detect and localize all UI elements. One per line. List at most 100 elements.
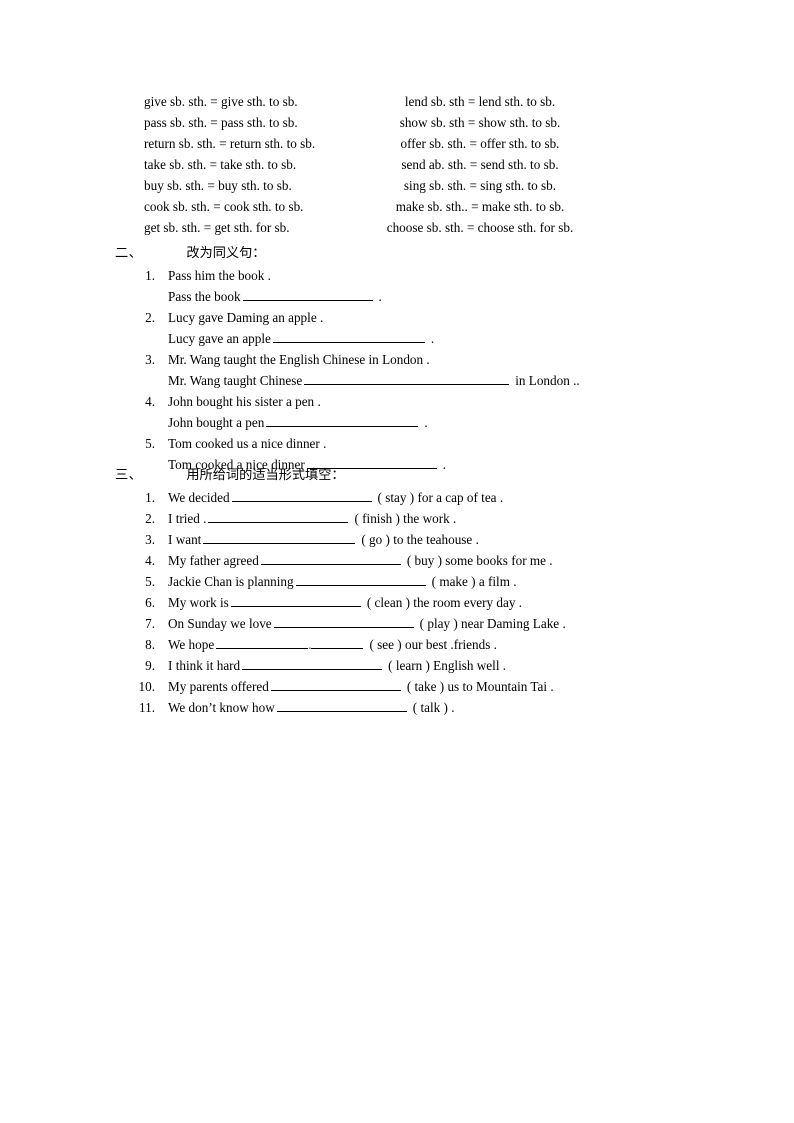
question-prompt-line: 3. Mr. Wang taught the English Chinese i… (0, 349, 794, 370)
pattern-left: buy sb. sth. = buy sth. to sb. (144, 178, 292, 193)
question-number: 11. (139, 700, 155, 715)
table-row: take sb. sth. = take sth. to sb. send ab… (0, 154, 794, 175)
section-three-title: 用所给词的适当形式填空： (186, 468, 345, 483)
table-row: buy sb. sth. = buy sth. to sb. sing sb. … (0, 175, 794, 196)
answer-suffix: . (430, 331, 435, 346)
clause-before-blank: My parents offered (168, 679, 269, 694)
question-number: 2. (145, 310, 155, 325)
clause-before-blank: We don’t know how (168, 700, 275, 715)
question-number: 3. (145, 352, 155, 367)
answer-suffix: . (378, 289, 382, 304)
clause-before-blank: My father agreed (168, 553, 259, 568)
clause-after-blank: ( take ) us to Mountain Tai . (406, 679, 554, 694)
pattern-left: take sb. sth. = take sth. to sb. (144, 157, 297, 172)
section-three-question-list: 1. We decided ( stay ) for a cap of tea .… (0, 487, 794, 718)
clause-before-blank: My work is (168, 595, 229, 610)
pattern-right: send ab. sth. = send sth. to sb. (401, 157, 559, 172)
clause-after-blank: ( make ) a film . (431, 574, 517, 589)
table-row: pass sb. sth. = pass sth. to sb. show sb… (0, 112, 794, 133)
pattern-right: sing sb. sth. = sing sth. to sb. (403, 178, 557, 193)
answer-blank[interactable] (242, 657, 383, 670)
answer-blank[interactable] (203, 531, 356, 544)
clause-before-blank: We hope (168, 637, 215, 652)
answer-blank[interactable] (270, 678, 401, 691)
answer-blank-continued[interactable] (311, 636, 364, 649)
answer-blank[interactable] (230, 594, 361, 607)
section-three: 三、 用所给词的适当形式填空： 1. We decided ( stay ) fo… (0, 465, 794, 718)
question-number: 7. (145, 616, 155, 631)
clause-before-blank: I want (168, 532, 202, 547)
list-item: 6. My work is ( clean ) the room every da… (0, 592, 794, 613)
answer-suffix: in London .. (515, 373, 580, 388)
list-item: 11. We don’t know how ( talk ) . (0, 697, 794, 718)
equivalence-pattern-table: give sb. sth. = give sth. to sb. lend sb… (0, 91, 794, 238)
clause-before-blank: I think it hard (168, 658, 241, 673)
list-item: 4. My father agreed ( buy ) some books fo… (0, 550, 794, 571)
question-number: 5. (145, 574, 155, 589)
list-item: 9. I think it hard ( learn ) English well… (0, 655, 794, 676)
answer-suffix: . (424, 415, 428, 430)
section-two-heading: 二、 改为同义句： (0, 243, 794, 265)
answer-prefix: Mr. Wang taught Chinese (168, 373, 303, 388)
pattern-right: lend sb. sth = lend sth. to sb. (404, 94, 556, 109)
question-number: 3. (145, 532, 155, 547)
clause-before-blank: We decided (168, 490, 230, 505)
pattern-right: show sb. sth = show sth. to sb. (399, 115, 561, 130)
pattern-right: make sb. sth.. = make sth. to sb. (395, 199, 565, 214)
clause-after-blank: ( learn ) English well . (388, 658, 507, 673)
answer-prefix: John bought a pen (168, 415, 265, 430)
list-item: 4. John bought his sister a pen . John b… (0, 391, 794, 433)
question-number: 2. (145, 511, 155, 526)
question-prompt: Pass him the book . (168, 268, 271, 283)
answer-blank[interactable] (260, 552, 401, 565)
answer-blank[interactable] (231, 489, 372, 502)
answer-blank[interactable] (273, 615, 414, 628)
table-row: get sb. sth. = get sth. for sb. choose s… (0, 217, 794, 238)
question-number: 8. (145, 637, 155, 652)
section-two-question-list: 1. Pass him the book . Pass the book. 2.… (0, 265, 794, 475)
answer-blank[interactable] (216, 636, 309, 649)
question-number: 6. (145, 595, 155, 610)
question-number: 1. (145, 490, 155, 505)
list-item: 1. We decided ( stay ) for a cap of tea . (0, 487, 794, 508)
clause-after-blank: ( finish ) the work . (354, 511, 457, 526)
answer-line: Pass the book. (0, 286, 794, 307)
clause-before-blank: I tried . (168, 511, 207, 526)
list-item: 8. We hope.( see ) our best .friends . (0, 634, 794, 655)
answer-blank[interactable] (266, 414, 419, 427)
section-two-marker: 二、 (115, 246, 143, 261)
question-number: 4. (145, 553, 155, 568)
answer-blank[interactable] (272, 330, 425, 343)
answer-prefix: Lucy gave an apple (168, 331, 271, 346)
list-item: 3. I want ( go ) to the teahouse . (0, 529, 794, 550)
section-three-heading: 三、 用所给词的适当形式填空： (0, 465, 794, 487)
question-prompt-line: 2. Lucy gave Daming an apple . (0, 307, 794, 328)
table-row: cook sb. sth. = cook sth. to sb. make sb… (0, 196, 794, 217)
clause-after-blank: ( talk ) . (412, 700, 455, 715)
section-three-marker: 三、 (115, 468, 143, 483)
question-prompt: Tom cooked us a nice dinner . (168, 436, 327, 451)
pattern-left: cook sb. sth. = cook sth. to sb. (144, 199, 304, 214)
question-prompt-line: 1. Pass him the book . (0, 265, 794, 286)
pattern-left: give sb. sth. = give sth. to sb. (144, 94, 298, 109)
list-item: 3. Mr. Wang taught the English Chinese i… (0, 349, 794, 391)
pattern-right: offer sb. sth. = offer sth. to sb. (400, 136, 560, 151)
pattern-right: choose sb. sth. = choose sth. for sb. (386, 220, 574, 235)
answer-blank[interactable] (304, 372, 510, 385)
question-prompt-line: 4. John bought his sister a pen . (0, 391, 794, 412)
answer-blank[interactable] (295, 573, 426, 586)
clause-before-blank: On Sunday we love (168, 616, 272, 631)
question-prompt: John bought his sister a pen . (168, 394, 321, 409)
clause-after-blank: ( buy ) some books for me . (406, 553, 553, 568)
answer-line: Mr. Wang taught Chinese in London .. (0, 370, 794, 391)
section-two: 二、 改为同义句： 1. Pass him the book . Pass th… (0, 243, 794, 475)
answer-prefix: Pass the book (168, 289, 241, 304)
answer-blank[interactable] (242, 288, 373, 301)
clause-after-blank: ( see ) our best .friends . (369, 637, 497, 652)
table-row: return sb. sth. = return sth. to sb. off… (0, 133, 794, 154)
answer-blank[interactable] (208, 510, 349, 523)
pattern-left: pass sb. sth. = pass sth. to sb. (144, 115, 298, 130)
answer-line: John bought a pen. (0, 412, 794, 433)
answer-blank[interactable] (276, 699, 407, 712)
worksheet-page: give sb. sth. = give sth. to sb. lend sb… (0, 0, 794, 1123)
